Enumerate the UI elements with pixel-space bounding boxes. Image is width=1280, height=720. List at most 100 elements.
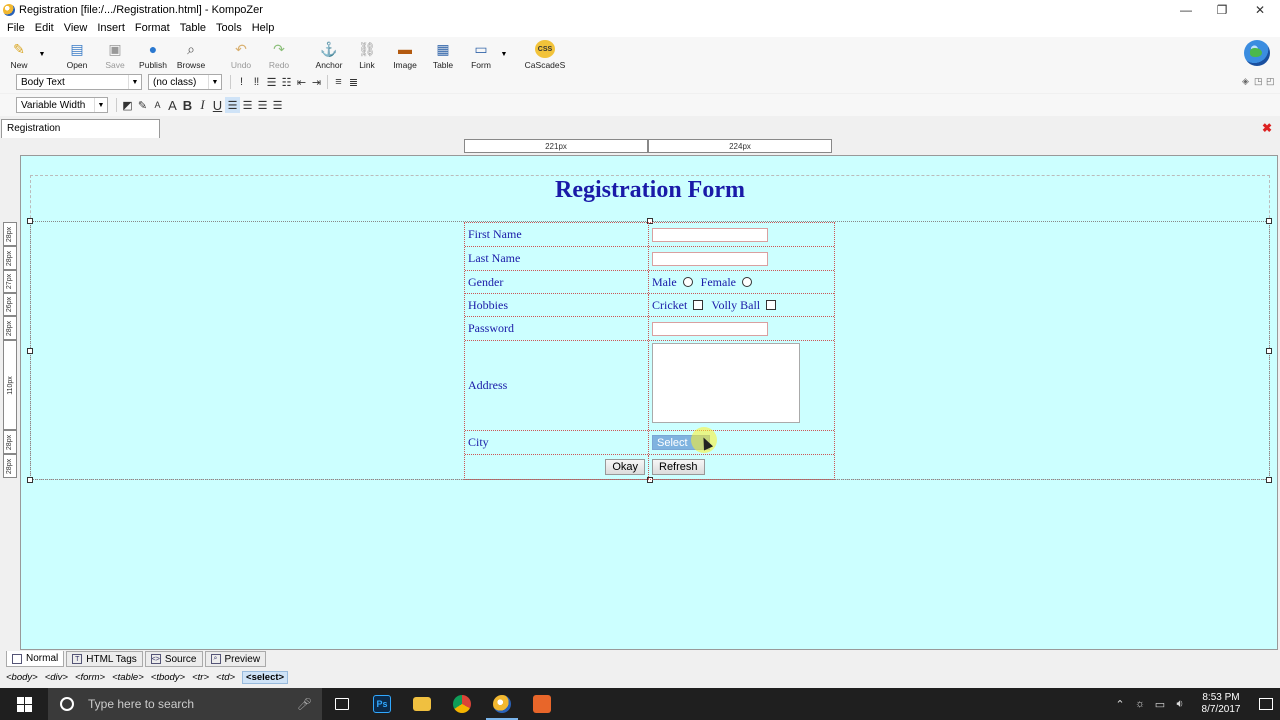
menu-view[interactable]: View [59, 22, 93, 34]
align-left-icon[interactable]: ☰ [225, 97, 240, 113]
taskbar-orange-app[interactable] [522, 688, 562, 720]
hobby-cricket-checkbox[interactable] [693, 300, 704, 310]
taskbar-clock[interactable]: 8:53 PM 8/7/2017 [1190, 692, 1252, 716]
paragraph-style-select[interactable]: Body Text ▼ [16, 74, 142, 90]
menu-table[interactable]: Table [175, 22, 211, 34]
microphone-icon[interactable]: 🎤︎ [297, 697, 312, 711]
publish-button[interactable]: ● Publish [134, 37, 172, 71]
tag-tr[interactable]: <tr> [192, 672, 209, 683]
resize-handle[interactable] [1266, 218, 1272, 224]
tag-table[interactable]: <table> [112, 672, 144, 683]
smaller-font-icon[interactable]: A [150, 97, 165, 113]
column-width-1[interactable]: 221px [464, 139, 648, 153]
undo-button[interactable]: ↶ Undo [222, 37, 260, 71]
resize-handle[interactable] [1266, 477, 1272, 483]
taskbar-kompozer[interactable] [482, 688, 522, 720]
volume-icon[interactable]: 🔉︎ [1170, 698, 1190, 711]
form-dropdown-arrow[interactable]: ▼ [500, 37, 508, 71]
page-title[interactable]: Registration Form [21, 177, 1277, 204]
menu-tools[interactable]: Tools [211, 22, 247, 34]
last-name-label[interactable]: Last Name [465, 247, 649, 270]
row-height-5[interactable]: 28px [3, 316, 17, 340]
gender-male-radio[interactable] [682, 277, 693, 287]
font-width-select[interactable]: Variable Width ▼ [16, 97, 108, 113]
taskbar-photoshop[interactable]: Ps [362, 688, 402, 720]
first-name-input[interactable] [652, 227, 768, 242]
menu-file[interactable]: File [2, 22, 30, 34]
tag-tbody[interactable]: <tbody> [151, 672, 185, 683]
menu-help[interactable]: Help [247, 22, 280, 34]
layer-icon[interactable]: ◳ [1254, 76, 1264, 86]
brightness-icon[interactable]: ☼ [1130, 698, 1150, 710]
editor-canvas[interactable]: Registration Form First Name Last Name G… [20, 155, 1278, 650]
align-justify-icon[interactable]: ☰ [270, 97, 285, 113]
italic-button[interactable]: I [195, 97, 210, 113]
tab-source[interactable]: <> Source [144, 651, 203, 667]
taskbar-file-explorer[interactable] [402, 688, 442, 720]
form-button[interactable]: ▭ Form [462, 37, 500, 71]
last-name-cell[interactable] [649, 247, 834, 270]
close-tab-icon[interactable]: ✖ [1262, 121, 1272, 135]
row-height-1[interactable]: 28px [3, 222, 17, 246]
resize-handle[interactable] [27, 218, 33, 224]
table-button[interactable]: ▦ Table [424, 37, 462, 71]
align-center-icon[interactable]: ☰ [240, 97, 255, 113]
resize-handle[interactable] [27, 348, 33, 354]
chevron-up-icon[interactable]: ⌃ [1110, 698, 1130, 711]
first-name-cell[interactable] [649, 223, 834, 246]
cascades-button[interactable]: CSS CaScadeS [520, 37, 570, 71]
tab-html-tags[interactable]: T HTML Tags [66, 651, 143, 667]
city-label[interactable]: City [465, 431, 649, 454]
address-cell[interactable] [649, 341, 834, 430]
network-icon[interactable]: ▭ [1150, 698, 1170, 711]
password-input[interactable] [652, 321, 768, 336]
numbered-list-icon[interactable]: ☰ [264, 74, 279, 90]
class-select[interactable]: (no class) ▼ [148, 74, 222, 90]
tag-select[interactable]: <select> [242, 671, 289, 684]
okay-button[interactable]: Okay [605, 459, 645, 475]
tab-normal[interactable]: Normal [6, 651, 65, 667]
row-height-2[interactable]: 28px [3, 246, 17, 270]
refresh-cell[interactable]: Refresh [649, 455, 834, 479]
refresh-button[interactable]: Refresh [652, 459, 705, 475]
gender-cell[interactable]: Male Female [649, 271, 834, 293]
minimize-button[interactable]: — [1168, 0, 1204, 19]
outdent-icon[interactable]: ⇤ [294, 74, 309, 90]
last-name-input[interactable] [652, 251, 768, 266]
underline-button[interactable]: U [210, 97, 225, 113]
open-button[interactable]: ▤ Open [58, 37, 96, 71]
redo-button[interactable]: ↷ Redo [260, 37, 298, 71]
taskbar-search[interactable]: Type here to search 🎤︎ [48, 688, 322, 720]
row-height-3[interactable]: 27px [3, 270, 17, 293]
text-color-icon[interactable]: ◩ [120, 97, 135, 113]
notification-button[interactable] [1252, 688, 1280, 720]
row-height-6[interactable]: 110px [3, 340, 17, 430]
hobbies-cell[interactable]: Cricket Volly Ball [649, 294, 834, 316]
row-height-8[interactable]: 28px [3, 454, 17, 478]
resize-handle[interactable] [1266, 348, 1272, 354]
password-cell[interactable] [649, 317, 834, 340]
address-textarea[interactable] [652, 343, 800, 423]
menu-edit[interactable]: Edit [30, 22, 59, 34]
gender-label[interactable]: Gender [465, 271, 649, 293]
start-button[interactable] [0, 688, 48, 720]
ruby-icon[interactable]: ◈ [1242, 76, 1252, 86]
larger-font-icon[interactable]: A [165, 97, 180, 113]
menu-format[interactable]: Format [130, 22, 175, 34]
new-button[interactable]: ✎ New [0, 37, 38, 71]
definition-list-icon[interactable]: ≡ [331, 74, 346, 90]
layer-stack-icon[interactable]: ◰ [1266, 76, 1276, 86]
highlight-pen-icon[interactable]: ✎ [135, 97, 150, 113]
row-height-4[interactable]: 26px [3, 293, 17, 316]
image-button[interactable]: ▬ Image [386, 37, 424, 71]
bold-button[interactable]: B [180, 97, 195, 113]
resize-handle[interactable] [27, 477, 33, 483]
row-height-7[interactable]: 28px [3, 430, 17, 454]
okay-cell[interactable]: Okay [465, 455, 649, 479]
definition-term-icon[interactable]: ≣ [346, 74, 361, 90]
tab-preview[interactable]: ⌕ Preview [204, 651, 267, 667]
tag-td[interactable]: <td> [216, 672, 235, 683]
maximize-button[interactable]: ❐ [1204, 0, 1240, 19]
close-window-button[interactable]: ✕ [1242, 0, 1278, 19]
first-name-label[interactable]: First Name [465, 223, 649, 246]
